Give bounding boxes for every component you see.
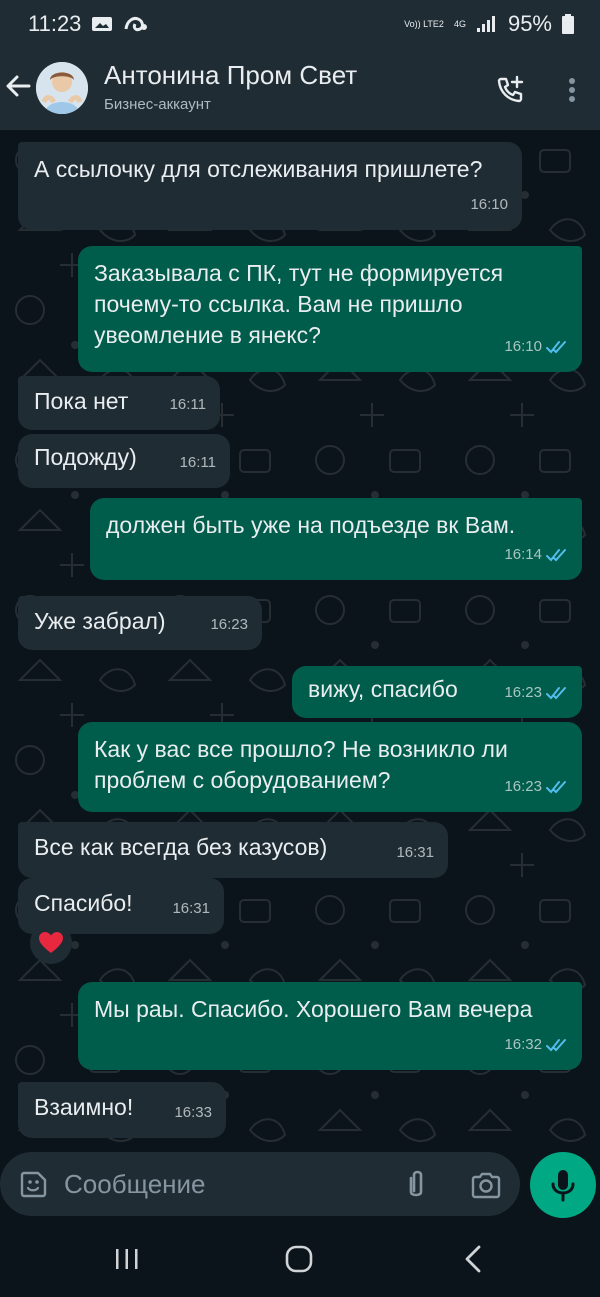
message-input[interactable]: Сообщение <box>0 1152 520 1216</box>
signal-icon <box>476 16 495 32</box>
message-text: Как у вас все прошло? Не возникло ли про… <box>94 736 508 793</box>
gallery-notification-icon <box>92 17 113 31</box>
messaging-notification-icon <box>124 17 148 32</box>
message-time: 16:33 <box>174 1104 212 1121</box>
message-placeholder: Сообщение <box>64 1169 206 1199</box>
status-bar: 11:23 Vo)) LTE2 4G 95% <box>0 0 600 50</box>
mic-icon <box>551 1170 575 1202</box>
avatar-image <box>36 62 88 114</box>
message-text: Взаимно! <box>34 1094 134 1120</box>
status-left: 11:23 <box>28 11 149 37</box>
message-outgoing[interactable]: Как у вас все прошло? Не возникло ли про… <box>78 722 582 812</box>
read-ticks-icon <box>546 780 566 793</box>
back-arrow-icon[interactable] <box>2 70 34 102</box>
message-time: 16:11 <box>169 396 206 413</box>
contact-status: Бизнес-аккаунт <box>104 96 211 113</box>
message-outgoing[interactable]: Мы раы. Спасибо. Хорошего Вам вечера 16:… <box>78 982 582 1070</box>
heart-icon <box>39 932 63 953</box>
message-text: Мы раы. Спасибо. Хорошего Вам вечера <box>94 996 533 1022</box>
network-type: 4G <box>453 18 466 29</box>
message-time: 16:23 <box>504 684 542 701</box>
message-time: 16:23 <box>210 616 248 633</box>
message-text: Заказывала с ПК, тут не формируется поче… <box>94 260 504 348</box>
message-incoming[interactable]: Уже забрал) 16:23 <box>18 596 262 650</box>
message-time: 16:11 <box>179 454 216 471</box>
composer: Сообщение <box>0 1150 600 1220</box>
message-text: Пока нет <box>34 388 129 414</box>
camera-icon[interactable] <box>470 1170 502 1200</box>
message-time: 16:14 <box>504 546 542 563</box>
chat-area[interactable]: А ссылочку для отслеживания пришлете? 16… <box>0 130 600 1150</box>
network-label: Vo)) LTE2 <box>404 18 444 29</box>
message-outgoing[interactable]: вижу, спасибо 16:23 <box>292 666 582 718</box>
message-text: вижу, спасибо <box>308 676 458 702</box>
battery-percent: 95% <box>507 11 552 36</box>
avatar[interactable] <box>36 62 88 114</box>
message-time: 16:10 <box>504 338 542 355</box>
message-incoming[interactable]: Взаимно! 16:33 <box>18 1082 226 1138</box>
status-right: Vo)) LTE2 4G 95% <box>404 11 574 37</box>
message-incoming[interactable]: Все как всегда без казусов) 16:31 <box>18 822 448 878</box>
chat-header: Антонина Пром Свет Бизнес-аккаунт <box>0 50 600 130</box>
add-call-icon[interactable] <box>494 74 526 106</box>
recents-icon[interactable] <box>113 1248 141 1270</box>
battery-icon <box>562 14 574 34</box>
message-time: 16:23 <box>504 778 542 795</box>
message-text: Уже забрал) <box>34 608 166 634</box>
message-text: Подожду) <box>34 444 137 470</box>
message-time: 16:31 <box>172 900 210 917</box>
message-incoming[interactable]: А ссылочку для отслеживания пришлете? 16… <box>18 142 522 230</box>
reaction-badge[interactable] <box>30 922 72 964</box>
message-time: 16:31 <box>396 844 434 861</box>
home-icon[interactable] <box>284 1244 314 1274</box>
attach-icon[interactable] <box>402 1168 430 1202</box>
message-text: Спасибо! <box>34 890 133 916</box>
clock: 11:23 <box>28 11 82 36</box>
message-text: Все как всегда без казусов) <box>34 834 328 860</box>
message-text: должен быть уже на подъезде вк Вам. <box>106 512 516 538</box>
read-ticks-icon <box>546 548 566 561</box>
mic-button[interactable] <box>530 1152 596 1218</box>
message-incoming[interactable]: Подожду) 16:11 <box>18 434 230 488</box>
more-vert-icon[interactable] <box>564 74 580 106</box>
read-ticks-icon <box>546 686 566 699</box>
read-ticks-icon <box>546 340 566 353</box>
read-ticks-icon <box>546 1038 566 1051</box>
message-time: 16:32 <box>504 1036 542 1053</box>
emoji-icon[interactable] <box>18 1168 50 1200</box>
nav-back-icon[interactable] <box>462 1244 484 1274</box>
contact-name[interactable]: Антонина Пром Свет <box>104 60 357 91</box>
system-navigation-bar <box>0 1220 600 1297</box>
message-outgoing[interactable]: должен быть уже на подъезде вк Вам. 16:1… <box>90 498 582 580</box>
message-outgoing[interactable]: Заказывала с ПК, тут не формируется поче… <box>78 246 582 372</box>
message-incoming[interactable]: Пока нет 16:11 <box>18 376 220 430</box>
message-time: 16:10 <box>470 196 508 213</box>
message-text: А ссылочку для отслеживания пришлете? <box>34 156 483 182</box>
